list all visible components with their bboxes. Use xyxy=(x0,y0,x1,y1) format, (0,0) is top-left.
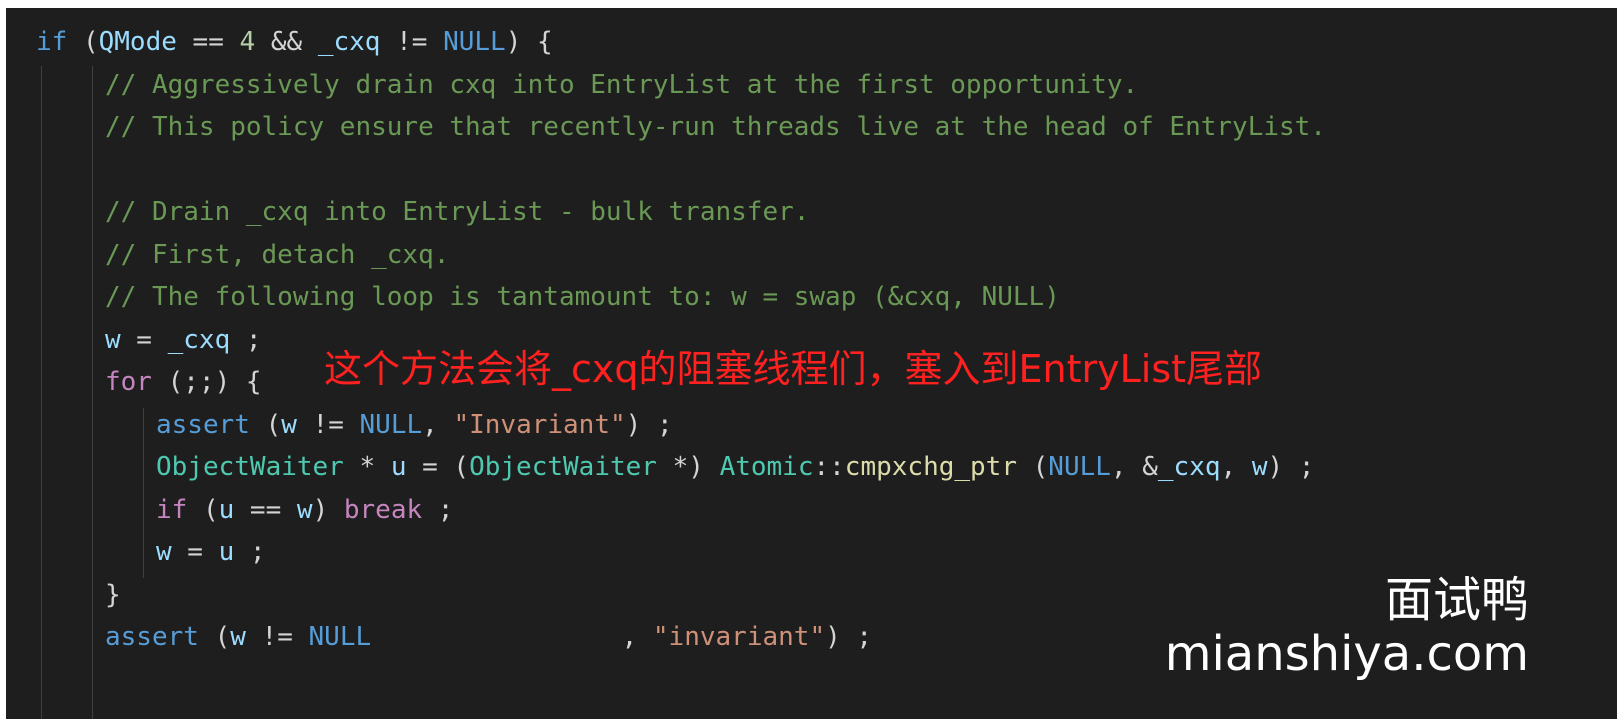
break-keyword: break xyxy=(343,495,423,525)
code-line-14[interactable]: } xyxy=(105,575,121,615)
type-name: ObjectWaiter xyxy=(469,452,657,482)
indent-guide xyxy=(143,408,144,578)
watermark-url: mianshiya.com xyxy=(1164,626,1529,682)
qmode-variable: QMode xyxy=(98,27,177,57)
red-annotation: 这个方法会将_cxq的阻塞线程们，塞入到EntryList尾部 xyxy=(324,347,1263,391)
cxq-variable: _cxq xyxy=(317,27,381,57)
watermark-chinese: 面试鸭 xyxy=(1384,572,1529,628)
assert-keyword: assert xyxy=(156,410,250,440)
code-line-13[interactable]: w = u ; xyxy=(156,532,266,572)
string-literal: "Invariant" xyxy=(453,410,626,440)
number-literal: 4 xyxy=(239,27,256,57)
if-keyword: if xyxy=(36,27,68,57)
code-line-1[interactable]: if (QMode == 4 && _cxq != NULL) { xyxy=(36,22,553,62)
indent-guide xyxy=(41,66,42,719)
code-comment[interactable]: // First, detach _cxq. xyxy=(105,235,449,275)
code-comment[interactable]: // The following loop is tantamount to: … xyxy=(105,277,1060,317)
code-line-15[interactable]: assert (w != NULL , "invariant") ; xyxy=(105,617,872,657)
null-keyword: NULL xyxy=(443,27,506,57)
code-line-11[interactable]: ObjectWaiter * u = (ObjectWaiter *) Atom… xyxy=(156,447,1314,487)
code-line-8[interactable]: w = _cxq ; xyxy=(105,320,262,360)
code-comment[interactable]: // This policy ensure that recently-run … xyxy=(105,107,1326,147)
code-comment[interactable]: // Aggressively drain cxq into EntryList… xyxy=(105,65,1138,105)
code-line-12[interactable]: if (u == w) break ; xyxy=(156,490,453,530)
namespace-name: Atomic xyxy=(719,452,814,482)
code-editor[interactable]: if (QMode == 4 && _cxq != NULL) { // Agg… xyxy=(6,8,1617,719)
for-keyword: for xyxy=(105,367,152,397)
code-comment[interactable]: // Drain _cxq into EntryList - bulk tran… xyxy=(105,192,809,232)
indent-guide xyxy=(92,66,93,719)
code-line-10[interactable]: assert (w != NULL, "Invariant") ; xyxy=(156,405,673,445)
function-name: cmpxchg_ptr xyxy=(844,452,1017,482)
type-name: ObjectWaiter xyxy=(156,452,344,482)
code-line-9[interactable]: for (;;) { xyxy=(105,362,262,402)
